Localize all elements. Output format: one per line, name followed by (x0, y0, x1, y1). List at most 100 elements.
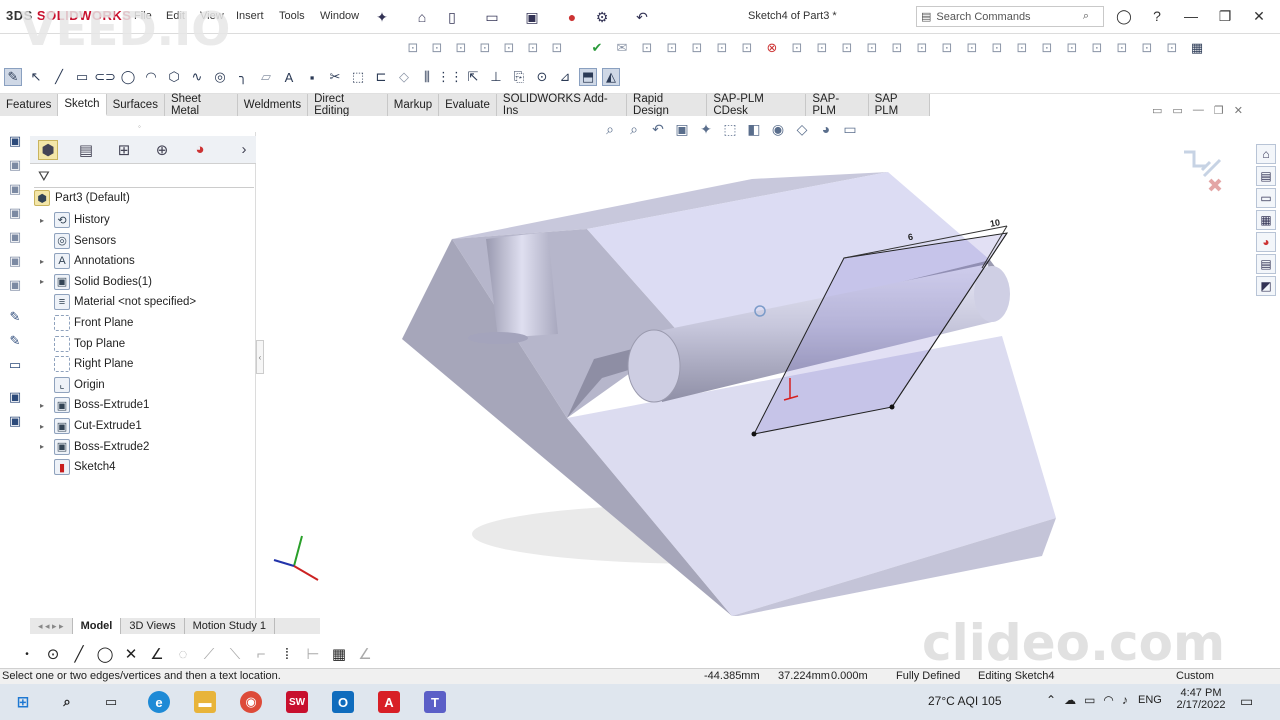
onedrive-icon[interactable]: ☁ (1064, 693, 1076, 707)
view-tool-icon-2[interactable]: ▣ (6, 412, 24, 430)
grid-tool-icon[interactable]: ▦ (1188, 39, 1206, 57)
tree-item-solid-bodies-1[interactable]: ▸ ▣ Solid Bodies(1) (40, 272, 152, 292)
wifi-icon[interactable]: ◠ (1103, 693, 1113, 707)
dimxpert-icon[interactable]: ⊕ (152, 140, 172, 160)
user-icon[interactable]: ◯ (1113, 6, 1135, 26)
status-units[interactable]: Custom (1176, 670, 1214, 682)
repair-sketch-icon[interactable]: ⎘ (510, 68, 528, 86)
windows-start-icon[interactable]: ⊞ (12, 691, 34, 713)
rebuild-icon[interactable]: ● (562, 7, 582, 27)
tree-item-top-plane[interactable]: Top Plane (40, 334, 125, 354)
weather-text[interactable]: 27°C AQI 105 (928, 694, 1002, 708)
pin-icon[interactable]: ✦ (372, 7, 392, 27)
tree-root[interactable]: ⬢ Part3 (Default) (34, 188, 130, 208)
panel-handle[interactable]: ◦ (138, 122, 141, 131)
clock[interactable]: 4:47 PM 2/17/2022 (1176, 687, 1226, 711)
text-icon[interactable]: A (280, 68, 298, 86)
panel-splitter[interactable]: ‹ (256, 340, 264, 374)
chrome-icon[interactable]: ◉ (240, 691, 262, 713)
move-entities-icon[interactable]: ⇱ (464, 68, 482, 86)
restore-icon[interactable]: ❐ (1214, 6, 1236, 26)
circle-icon[interactable]: ◯ (119, 68, 137, 86)
feature-tree-icon[interactable]: ⬢ (38, 139, 58, 160)
open-icon[interactable]: ▭ (482, 7, 502, 27)
tab-weldments[interactable]: Weldments (238, 94, 309, 116)
smart-dimension-icon[interactable]: ↖ (27, 68, 45, 86)
tab-sap-plm[interactable]: SAP-PLM (806, 93, 869, 117)
new-document-icon[interactable]: ▯ (442, 7, 462, 27)
tree-item-material-not-specified[interactable]: ≡ Material <not specified> (40, 292, 196, 312)
expand-arrow-icon[interactable]: ▸ (40, 401, 50, 410)
line-icon[interactable]: ╱ (50, 68, 68, 86)
file-explorer-icon[interactable]: ▬ (194, 691, 216, 713)
outlook-icon[interactable]: O (332, 691, 354, 713)
shaded-sketch-icon[interactable]: ◭ (602, 68, 620, 86)
help-icon[interactable]: ? (1146, 6, 1168, 26)
sketch-tool-icon[interactable]: ✎ (6, 308, 24, 326)
expand-arrow-icon[interactable]: ▸ (40, 257, 50, 266)
close-icon[interactable]: ✕ (1248, 6, 1270, 26)
task-view-icon[interactable]: ▭ (100, 691, 122, 713)
tree-item-cut-extrude1[interactable]: ▸ ▣ Cut-Extrude1 (40, 416, 142, 436)
property-manager-icon[interactable]: ▤ (76, 140, 96, 160)
tab-sap-plm-2[interactable]: SAP PLM (869, 93, 930, 117)
fillet-icon[interactable]: ╮ (234, 68, 252, 86)
tab-features[interactable]: Features (0, 94, 59, 116)
save-icon[interactable]: ▣ (522, 7, 542, 27)
tree-item-front-plane[interactable]: Front Plane (40, 313, 133, 333)
tree-item-history[interactable]: ▸ ⟲ History (40, 210, 110, 230)
tab-sap-plm-cdesk[interactable]: SAP-PLM CDesk (707, 93, 807, 117)
tab-sketch[interactable]: Sketch (58, 94, 107, 116)
tree-item-boss-extrude2[interactable]: ▸ ▣ Boss-Extrude2 (40, 437, 149, 457)
language-indicator[interactable]: ENG (1138, 694, 1162, 706)
center-point-snap-icon[interactable]: ⊙ (42, 643, 64, 665)
tray-expand-icon[interactable]: ⌃ (1046, 693, 1056, 707)
volume-icon[interactable]: ♪ (1122, 693, 1128, 707)
tree-item-right-plane[interactable]: Right Plane (40, 354, 133, 374)
point-snap-icon[interactable]: • (16, 643, 38, 665)
sketch-vertex[interactable] (889, 404, 895, 410)
dimension-label[interactable]: 10 (989, 217, 1001, 229)
sketch-icon[interactable]: ✎ (4, 68, 22, 86)
linear-pattern-icon[interactable]: ⋮⋮ (437, 68, 463, 86)
network-icon[interactable]: ▭ (1084, 693, 1095, 707)
search-icon[interactable]: ⌕ (56, 691, 78, 713)
tree-item-boss-extrude1[interactable]: ▸ ▣ Boss-Extrude1 (40, 395, 149, 415)
display-manager-icon[interactable]: ◕ (190, 140, 210, 160)
tab-motion-study[interactable]: Motion Study 1 (185, 618, 275, 634)
tab-scroll-arrows[interactable]: ◂ ◂ ▸ ▸ (30, 618, 73, 634)
rectangle-icon[interactable]: ▭ (73, 68, 91, 86)
tab-solidworks-addins[interactable]: SOLIDWORKS Add-Ins (497, 93, 628, 117)
tree-item-annotations[interactable]: ▸ A Annotations (40, 251, 135, 271)
slot-icon[interactable]: ⊂⊃ (94, 68, 116, 86)
line-snap-icon[interactable]: ╱ (68, 643, 90, 665)
part-model[interactable] (262, 116, 1280, 618)
arc-icon[interactable]: ◠ (142, 68, 160, 86)
menu-tools[interactable]: Tools (279, 10, 305, 22)
minimize-icon[interactable]: — (1180, 6, 1202, 26)
graphics-area[interactable]: ⌕ ⌕ ↶ ▣ ✦ ⬚ ◧ ◉ ◇ ◕ ▭ ▭ ▭ — ❐ ✕ ⌂ ▤ ▭ ▦ … (262, 104, 1280, 618)
view-tool-icon[interactable]: ▣ (6, 388, 24, 406)
offset-icon[interactable]: ⊏ (372, 68, 390, 86)
tree-item-sketch4[interactable]: ▮ Sketch4 (40, 457, 116, 477)
tab-direct-editing[interactable]: Direct Editing (308, 93, 388, 117)
expand-arrow-icon[interactable]: ▸ (40, 216, 50, 225)
tab-rapid-design[interactable]: Rapid Design (627, 93, 708, 117)
solidworks-taskbar-icon[interactable]: SW (286, 691, 308, 713)
tab-surfaces[interactable]: Surfaces (107, 94, 165, 116)
chevron-right-icon[interactable]: › (234, 140, 254, 160)
search-commands-box[interactable]: ▤ Search Commands ⌕ (916, 6, 1104, 27)
vertical-snap-icon[interactable]: ⁞ (276, 643, 298, 665)
trim-icon[interactable]: ✂ (326, 68, 344, 86)
options-gear-icon[interactable]: ⚙ (592, 7, 612, 27)
menu-insert[interactable]: Insert (236, 10, 264, 22)
rapid-sketch-icon[interactable]: ⊿ (556, 68, 574, 86)
display-relations-icon[interactable]: ⊥ (487, 68, 505, 86)
ellipse-icon[interactable]: ◎ (211, 68, 229, 86)
sketch-edit-icon[interactable]: ✎ (6, 332, 24, 350)
check-icon[interactable]: ✔ (588, 39, 606, 57)
teams-icon[interactable]: T (424, 691, 446, 713)
expand-arrow-icon[interactable]: ▸ (40, 277, 50, 286)
tangent-snap-icon[interactable]: ∠ (146, 643, 168, 665)
point-icon[interactable]: ▪ (303, 68, 321, 86)
